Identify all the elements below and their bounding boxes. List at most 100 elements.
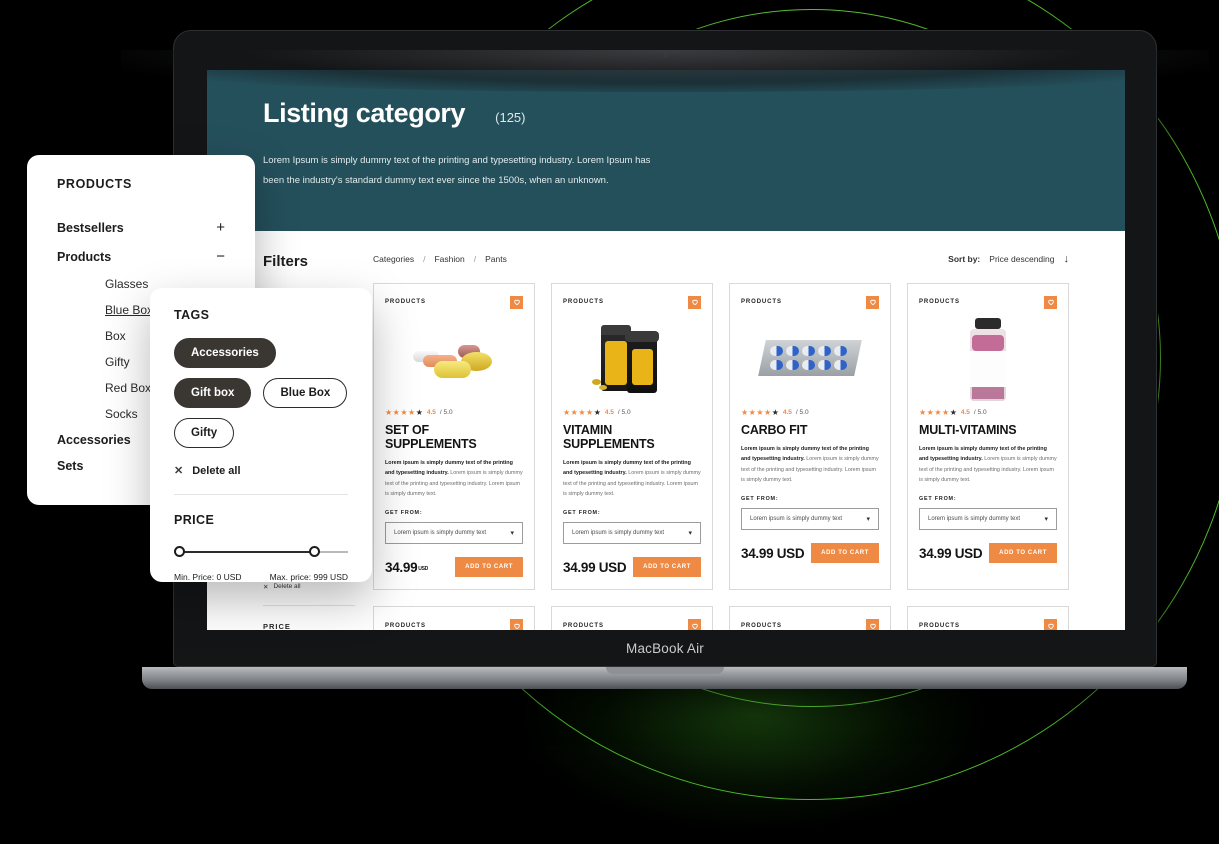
product-title: MULTI-VITAMINS (919, 422, 1017, 437)
tags-delete-all-button[interactable]: ✕ Delete all (174, 464, 348, 478)
slider-knob-max[interactable] (309, 546, 320, 557)
products-menu-item-products[interactable]: Products − (27, 242, 255, 271)
tag-chip-blue-box[interactable]: Blue Box (263, 378, 348, 408)
product-rating: ★ ★ ★ ★ ★ 4.5 / 5.0 (385, 407, 523, 417)
star-icon: ★ (392, 407, 400, 417)
star-rating: ★ ★ ★ ★ ★ (741, 407, 779, 417)
tag-chip-gifty[interactable]: Gifty (174, 418, 235, 448)
rating-max: / 5.0 (439, 409, 453, 417)
product-card[interactable]: PRODUCTS ★ ★ ★ ★ ★ 4.5 / 5.0 VITAMIN SUPPLEM… (551, 282, 713, 590)
product-grid-row-2: PRODUCTS PRODUCTS PRODUCTS PRODUCTS (373, 606, 1069, 630)
product-card[interactable]: PRODUCTS (907, 606, 1069, 630)
price-range-legend: Min. Price: 0 USD Max. price: 999 USD (174, 572, 348, 582)
star-rating: ★ ★ ★ ★ ★ (919, 407, 957, 417)
product-card-header: PRODUCTS (919, 619, 1057, 630)
favorite-heart-icon[interactable] (688, 295, 701, 309)
product-variant-select[interactable]: Lorem ipsum is simply dummy text ▾ (563, 522, 701, 544)
get-from-label: GET FROM: (741, 496, 779, 502)
get-from-label: GET FROM: (385, 510, 423, 516)
get-from-label: GET FROM: (919, 496, 957, 502)
products-menu-item-label: Bestsellers (57, 220, 124, 235)
page-title: Listing category (263, 98, 466, 128)
rating-max: / 5.0 (617, 409, 631, 417)
price-range-slider[interactable] (174, 546, 348, 558)
product-kicker: PRODUCTS (741, 299, 782, 306)
price-filter-title: PRICE (174, 513, 215, 527)
expand-plus-icon[interactable]: + (216, 219, 225, 236)
product-card[interactable]: PRODUCTS (373, 606, 535, 630)
product-card[interactable]: PRODUCTS ★ ★ ★ ★ ★ 4.5 / 5.0 CARBO FIT Lorem… (729, 282, 891, 590)
breadcrumb-item-fashion[interactable]: Fashion (434, 254, 464, 264)
favorite-heart-icon[interactable] (510, 295, 523, 309)
result-count: (125) (495, 110, 526, 125)
product-card[interactable]: PRODUCTS (551, 606, 713, 630)
product-description: Lorem ipsum is simply dummy text of the … (741, 445, 879, 484)
product-title: VITAMIN SUPPLEMENTS (563, 422, 655, 451)
divider (263, 604, 355, 606)
product-card[interactable]: PRODUCTS ★ ★ ★ ★ ★ 4.5 / 5.0 MULTI-VITAMINS … (907, 282, 1069, 590)
product-card-header: PRODUCTS (385, 295, 523, 309)
hero-description-line-1: Lorem Ipsum is simply dummy text of the … (263, 155, 651, 166)
product-grid-row-1: PRODUCTS ★ ★ ★ ★ ★ 4.5 / 5.0 SET OF SUPPLEME… (373, 282, 1069, 590)
hero-description: Lorem Ipsum is simply dummy text of the … (263, 151, 863, 191)
product-description: Lorem ipsum is simply dummy text of the … (385, 459, 523, 498)
collapse-minus-icon[interactable]: − (216, 248, 225, 265)
favorite-heart-icon[interactable] (866, 295, 879, 309)
product-card[interactable]: PRODUCTS (729, 606, 891, 630)
product-card[interactable]: PRODUCTS ★ ★ ★ ★ ★ 4.5 / 5.0 SET OF SUPPLEME… (373, 282, 535, 590)
laptop-chin: MacBook Air (174, 630, 1156, 666)
product-card-header: PRODUCTS (741, 295, 879, 309)
favorite-heart-icon[interactable] (1044, 619, 1057, 630)
listing-toolbar: Categories / Fashion / Pants Sort by: Pr… (373, 253, 1069, 283)
chevron-down-icon: ▾ (866, 516, 870, 523)
laptop-base-shadow (121, 50, 1209, 92)
star-icon: ★ (949, 407, 957, 417)
product-card-header: PRODUCTS (563, 619, 701, 630)
product-rating: ★ ★ ★ ★ ★ 4.5 / 5.0 (563, 408, 701, 417)
page-background: Listing category (125) Lorem Ipsum is si… (0, 0, 1219, 844)
breadcrumb-item-categories[interactable]: Categories (373, 254, 414, 264)
product-variant-select[interactable]: Lorem ipsum is simply dummy text ▾ (919, 508, 1057, 530)
sort-descending-arrow-icon[interactable]: ↓ (1064, 253, 1070, 265)
product-card-footer: 34.99 USD ADD TO CART (563, 557, 701, 577)
tag-chip-gift-box[interactable]: Gift box (174, 378, 252, 408)
product-price: 34.99 USD (741, 545, 805, 561)
product-image (741, 317, 879, 403)
product-title: SET OF SUPPLEMENTS (385, 422, 477, 451)
add-to-cart-button[interactable]: ADD TO CART (811, 543, 879, 563)
star-rating: ★ ★ ★ ★ ★ (563, 408, 601, 417)
sort-control[interactable]: Sort by: Price descending ↓ (948, 253, 1069, 265)
filters-delete-all[interactable]: ✕ Delete all (263, 583, 355, 591)
max-price-label: Max. price: 999 USD (269, 572, 348, 582)
tag-chip-accessories[interactable]: Accessories (174, 338, 276, 368)
sort-by-value[interactable]: Price descending (989, 254, 1054, 264)
product-variant-select[interactable]: Lorem ipsum is simply dummy text ▾ (741, 508, 879, 530)
add-to-cart-button[interactable]: ADD TO CART (989, 543, 1057, 563)
star-icon: ★ (764, 407, 772, 417)
breadcrumb-item-pants[interactable]: Pants (485, 254, 507, 264)
products-menu-title: PRODUCTS (57, 177, 132, 191)
favorite-heart-icon[interactable] (1044, 295, 1057, 309)
product-card-footer: 34.99 USD ADD TO CART (741, 543, 879, 563)
favorite-heart-icon[interactable] (866, 619, 879, 630)
star-icon: ★ (400, 407, 408, 417)
product-price: 34.99 USD (919, 545, 983, 561)
product-title: CARBO FIT (741, 422, 808, 437)
slider-knob-min[interactable] (174, 546, 185, 557)
add-to-cart-button[interactable]: ADD TO CART (633, 557, 701, 577)
product-description: Lorem ipsum is simply dummy text of the … (919, 445, 1057, 484)
star-icon: ★ (385, 407, 393, 417)
favorite-heart-icon[interactable] (510, 619, 523, 630)
rating-value: 4.5 (960, 409, 970, 417)
breadcrumb-separator: / (473, 253, 477, 264)
products-menu-item-label: Accessories (57, 433, 131, 447)
star-icon: ★ (919, 407, 927, 417)
product-card-header: PRODUCTS (563, 295, 701, 309)
products-menu-item-bestsellers[interactable]: Bestsellers + (27, 213, 255, 242)
add-to-cart-button[interactable]: ADD TO CART (455, 557, 523, 577)
favorite-heart-icon[interactable] (688, 619, 701, 630)
product-price: 34.99USD (385, 559, 428, 575)
breadcrumb: Categories / Fashion / Pants (373, 254, 507, 264)
product-variant-select[interactable]: Lorem ipsum is simply dummy text ▾ (385, 522, 523, 544)
laptop-base (142, 667, 1187, 689)
